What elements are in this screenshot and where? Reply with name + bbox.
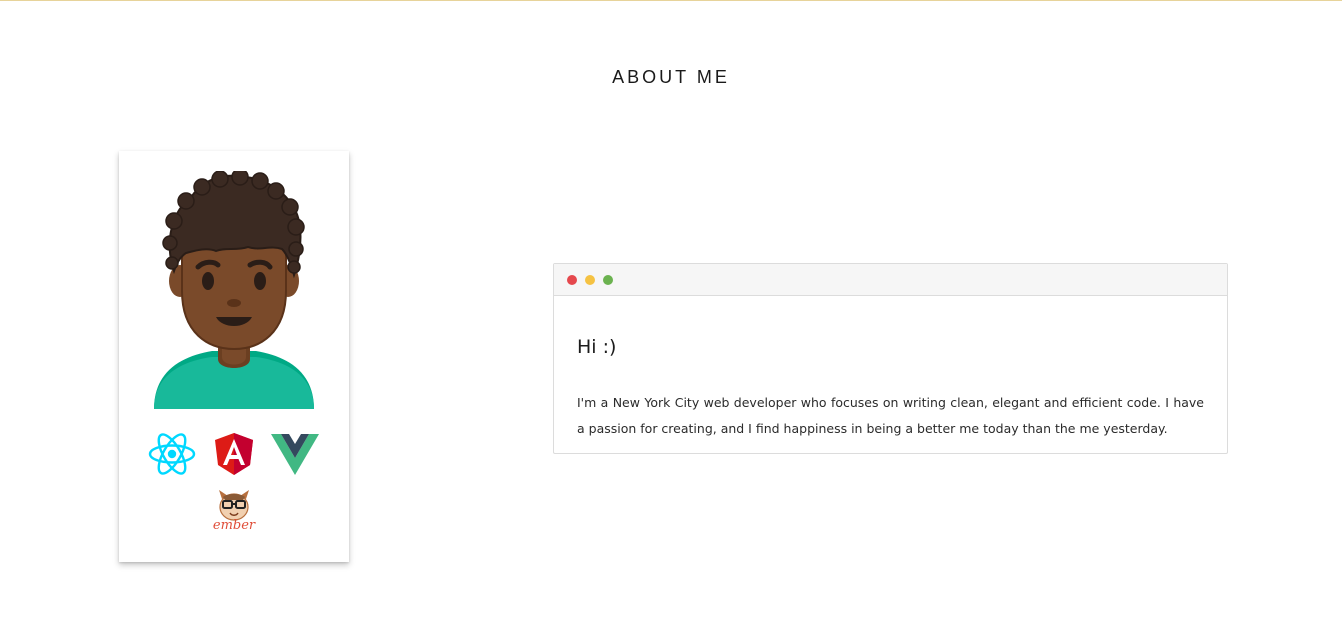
vue-logo-icon	[271, 434, 319, 475]
profile-card: ember	[119, 151, 349, 562]
angular-logo-icon	[215, 433, 253, 475]
react-logo-icon	[148, 433, 196, 475]
about-browser-window: Hi :) I'm a New York City web developer …	[553, 263, 1228, 454]
man-avatar-emoji-icon	[154, 171, 314, 409]
svg-text:ember: ember	[213, 518, 256, 533]
section-title: ABOUT ME	[612, 67, 730, 87]
minimize-dot-icon	[585, 275, 595, 285]
ember-logo-icon: ember	[213, 490, 256, 533]
browser-title-bar	[554, 264, 1227, 296]
bio-paragraph: I'm a New York City web developer who fo…	[577, 395, 1204, 436]
tech-stack-row	[119, 431, 349, 479]
close-dot-icon	[567, 275, 577, 285]
maximize-dot-icon	[603, 275, 613, 285]
greeting-heading: Hi :)	[577, 336, 617, 358]
top-accent-rule	[0, 0, 1342, 1]
